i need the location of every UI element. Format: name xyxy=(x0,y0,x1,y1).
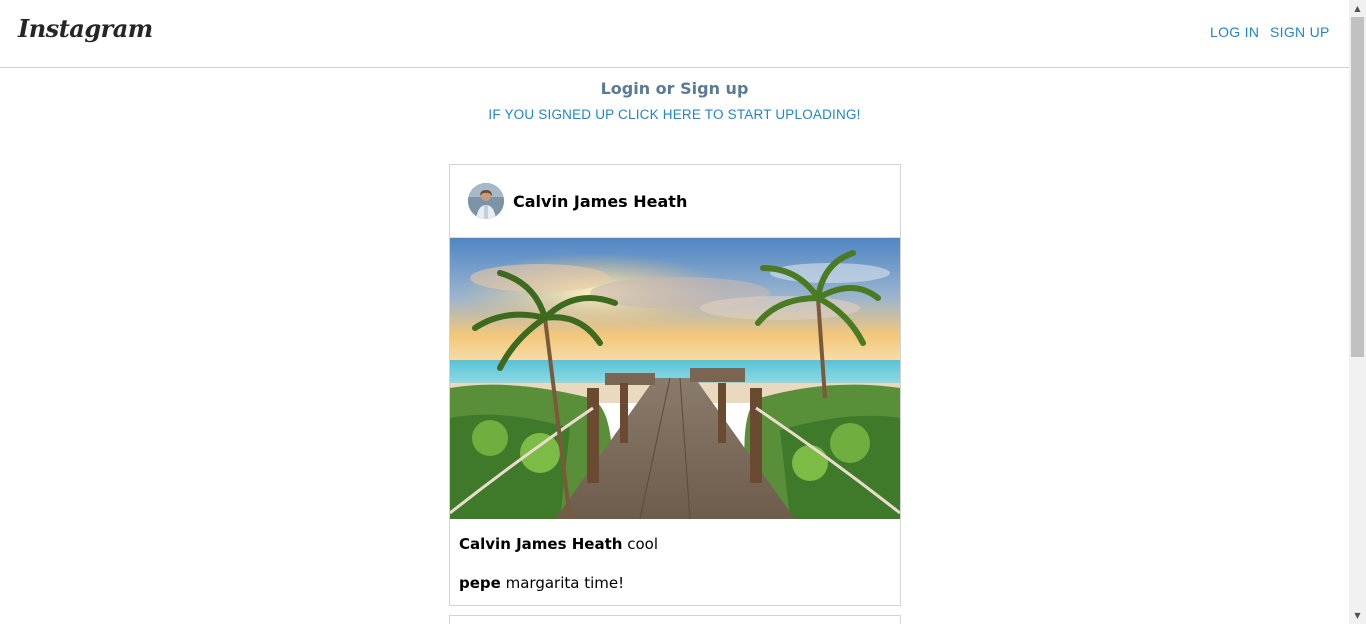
scrollbar-thumb[interactable] xyxy=(1351,17,1364,357)
signup-button[interactable]: SIGN UP xyxy=(1270,24,1330,40)
beach-photo xyxy=(450,238,900,519)
scroll-down-arrow-icon[interactable]: ▼ xyxy=(1349,607,1366,624)
post-username[interactable]: Calvin James Heath xyxy=(513,192,687,211)
comment-text: cool xyxy=(627,535,659,553)
start-uploading-link[interactable]: IF YOU SIGNED UP CLICK HERE TO START UPL… xyxy=(0,107,1349,122)
page: Instagram LOG IN SIGN UP Login or Sign u… xyxy=(0,0,1349,624)
instagram-logo[interactable]: Instagram xyxy=(18,14,153,43)
post-card: Calvin James Heath Calvin James Heath co… xyxy=(449,164,901,606)
comment: pepe margarita time! xyxy=(459,574,624,592)
comment-username[interactable]: pepe xyxy=(459,574,501,592)
post-image xyxy=(450,238,900,519)
top-header: Instagram LOG IN SIGN UP xyxy=(0,0,1349,68)
avatar-image xyxy=(468,183,504,219)
post-header: Calvin James Heath xyxy=(450,165,900,238)
comment-text: margarita time! xyxy=(505,574,625,592)
next-post-card xyxy=(449,615,901,624)
comment-username[interactable]: Calvin James Heath xyxy=(459,535,622,553)
page-title: Login or Sign up xyxy=(600,79,749,98)
avatar[interactable] xyxy=(468,183,504,219)
comment: Calvin James Heath cool xyxy=(459,535,658,553)
login-button[interactable]: LOG IN xyxy=(1210,24,1259,40)
scroll-up-arrow-icon[interactable]: ▲ xyxy=(1349,0,1366,17)
vertical-scrollbar[interactable]: ▲ ▼ xyxy=(1349,0,1366,624)
